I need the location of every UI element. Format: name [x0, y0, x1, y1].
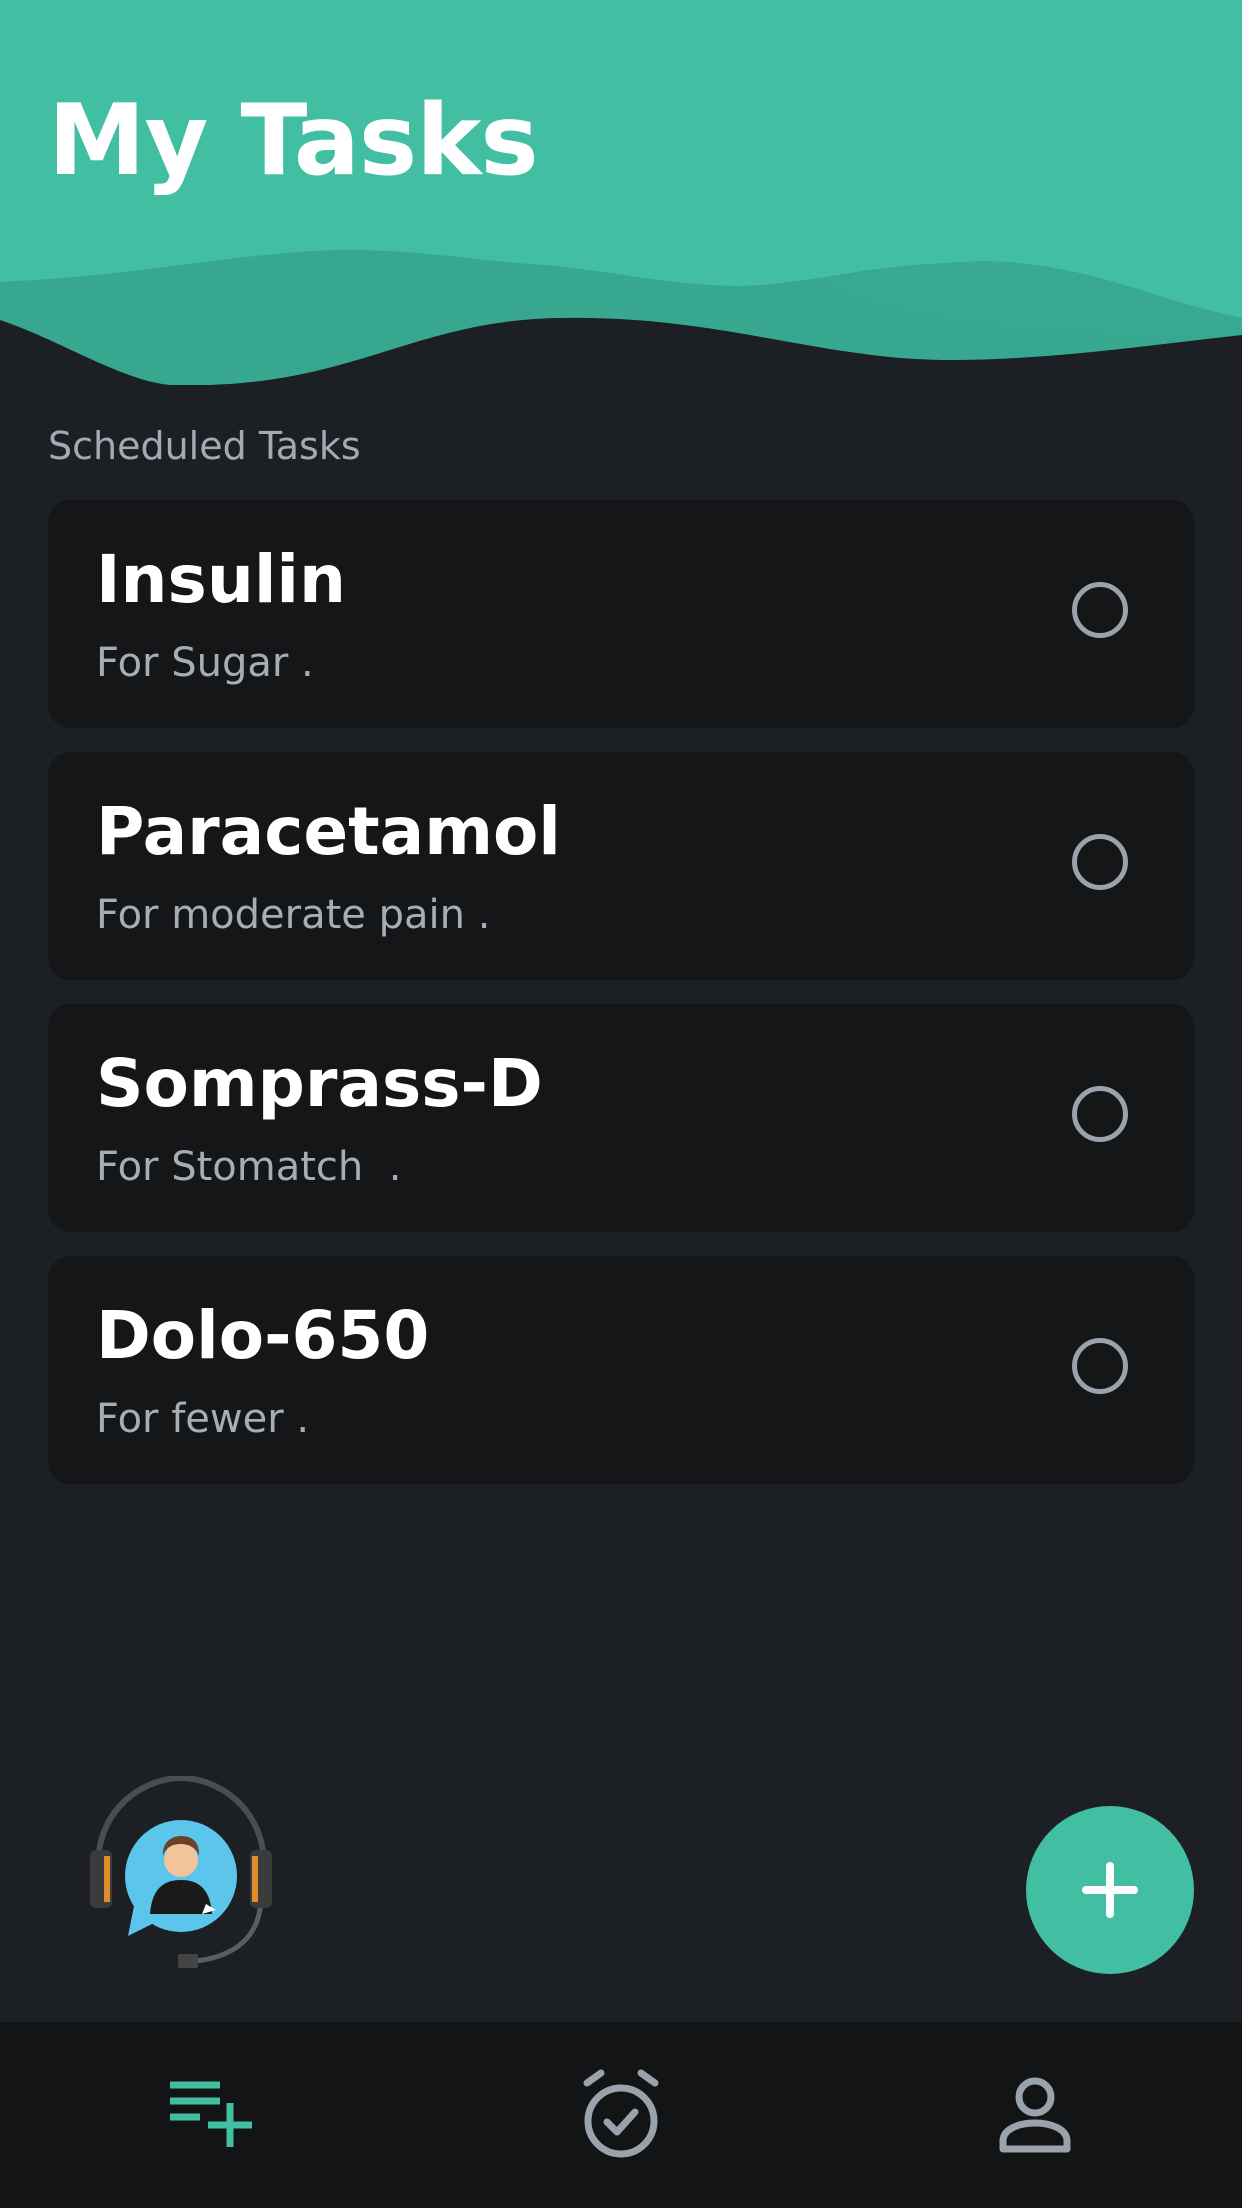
task-name: Dolo-650: [96, 1297, 430, 1374]
section-label: Scheduled Tasks: [48, 424, 361, 468]
task-list: Insulin For Sugar . Paracetamol For mode…: [48, 500, 1194, 1508]
task-name: Paracetamol: [96, 793, 561, 870]
person-icon: [999, 2077, 1071, 2153]
header: My Tasks: [0, 0, 1242, 400]
customer-support-icon: [90, 1774, 272, 1968]
task-name: Somprass-D: [96, 1045, 543, 1122]
nav-tab-profile[interactable]: [985, 2065, 1085, 2165]
header-wave-background: [0, 0, 1242, 385]
nav-tab-tasks[interactable]: [158, 2065, 258, 2165]
task-checkbox-icon[interactable]: [1072, 1338, 1128, 1394]
add-task-button[interactable]: [1026, 1806, 1194, 1974]
bottom-navigation: [0, 2022, 1242, 2208]
task-description: For moderate pain .: [96, 892, 491, 938]
task-checkbox-icon[interactable]: [1072, 834, 1128, 890]
task-description: For Sugar .: [96, 640, 314, 686]
task-name: Insulin: [96, 541, 347, 618]
task-card[interactable]: Dolo-650 For fewer .: [48, 1256, 1194, 1484]
task-checkbox-icon[interactable]: [1072, 1086, 1128, 1142]
task-checkbox-icon[interactable]: [1072, 582, 1128, 638]
task-card[interactable]: Somprass-D For Stomatch .: [48, 1004, 1194, 1232]
customer-support-button[interactable]: [86, 1774, 276, 1976]
task-card[interactable]: Paracetamol For moderate pain .: [48, 752, 1194, 980]
playlist-add-icon: [170, 2081, 252, 2147]
nav-tab-reminders[interactable]: [571, 2065, 671, 2165]
task-card[interactable]: Insulin For Sugar .: [48, 500, 1194, 728]
task-description: For Stomatch .: [96, 1144, 402, 1190]
page-title: My Tasks: [48, 84, 539, 198]
plus-icon: [1082, 1862, 1138, 1918]
alarm-check-icon: [583, 2069, 659, 2158]
task-description: For fewer .: [96, 1396, 310, 1442]
